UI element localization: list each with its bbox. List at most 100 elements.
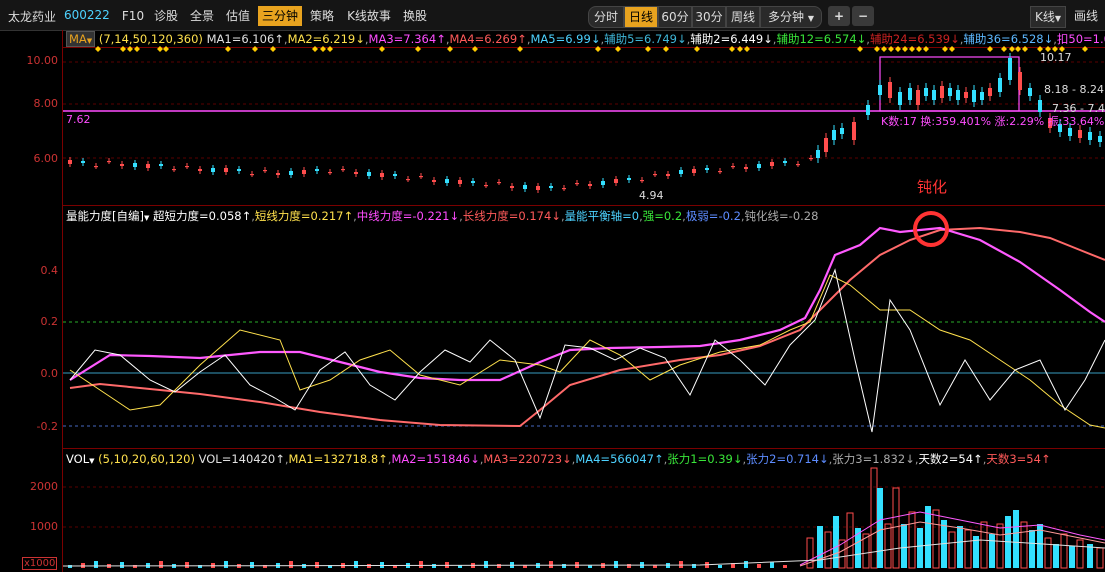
candle-flat-body-48 [692,169,696,173]
candle-rally-body-23 [1028,88,1032,96]
signal-diamond-6 [225,46,231,52]
candle-rally-body-8 [898,92,902,105]
signal-diamond-22 [729,46,735,52]
candle-flat-body-5 [133,163,137,167]
candle-flat-body-12 [224,168,228,172]
candle-rally-body-19 [988,88,992,96]
candle-flat-body-51 [731,166,735,168]
signal-diamond-30 [902,46,908,52]
candle-flat-body-52 [744,167,748,169]
volume-bar-rally-27 [1020,521,1028,569]
volume-bar-rally-15 [925,506,931,568]
candle-rally-body-17 [972,90,976,102]
candle-rally-body-9 [908,88,912,100]
candle-rally-body-0 [816,150,820,158]
volume-bar-flat-4 [120,562,124,568]
candle-rally-body-5 [866,105,870,115]
candle-flat-body-25 [393,174,397,176]
candle-flat-body-27 [419,176,423,178]
volume-bar-rally-16 [932,509,940,569]
candle-flat-body-44 [640,180,644,182]
volume-bar-rally-11 [892,487,900,569]
line-mid-term [69,226,1105,382]
candle-flat-body-26 [406,179,410,181]
candle-rally-body-2 [832,130,836,140]
chart-canvas[interactable] [0,0,1105,572]
candle-flat-body-37 [549,186,553,188]
candle-flat-body-19 [315,169,319,171]
candle-rally-body-15 [956,90,960,100]
signal-diamond-45 [1082,46,1088,52]
candle-flat-body-3 [107,161,111,163]
volume-bar-flat-14 [250,562,254,568]
volume-bar-flat-52 [744,561,748,568]
candle-flat-body-45 [653,174,657,176]
volume-bar-rally-8 [870,467,878,569]
signal-diamond-7 [252,46,258,52]
candle-flat-body-47 [679,170,683,174]
volume-bar-flat-32 [484,561,488,568]
volume-bar-rally-9 [877,488,883,568]
volume-bar-flat-27 [419,561,423,568]
volume-bar-flat-54 [770,562,774,568]
signal-diamond-27 [881,46,887,52]
candle-rally-body-1 [824,138,828,152]
signal-diamond-33 [923,46,929,52]
signal-diamond-28 [888,46,894,52]
signal-diamond-1 [120,46,126,52]
volume-bar-rally-24 [996,523,1004,569]
candle-rally-body-16 [964,92,968,98]
signal-diamond-3 [134,46,140,52]
volume-bar-flat-9 [185,562,189,568]
box-stats: K数:17 换:359.401% 涨:2.29% 振:33.64% [881,115,1105,128]
candle-flat-body-11 [211,168,215,172]
candle-rally-body-27 [1068,128,1072,136]
candle-flat-body-57 [809,158,813,160]
signal-diamond-10 [320,46,326,52]
volume-bar-rally-30 [1044,537,1052,569]
candle-flat-body-36 [536,186,540,190]
candle-flat-body-49 [705,168,709,170]
volume-bar-rally-26 [1013,510,1019,568]
signal-diamond-24 [744,46,750,52]
candle-flat-body-46 [666,174,670,176]
candle-flat-body-30 [458,180,462,184]
candle-flat-body-7 [159,164,163,166]
candle-flat-body-13 [237,169,241,171]
volume-bar-flat-17 [289,561,293,568]
candle-rally-body-21 [1008,58,1012,80]
candle-flat-body-4 [120,164,124,166]
volume-bar-flat-0 [68,565,72,568]
volume-bar-flat-12 [224,561,228,568]
candle-rally-body-3 [840,128,844,134]
signal-diamond-29 [895,46,901,52]
signal-diamond-38 [1009,46,1015,52]
volume-bar-flat-50 [718,565,722,568]
signal-diamond-5 [163,46,169,52]
signal-diamond-32 [916,46,922,52]
signal-diamond-16 [517,46,523,52]
volume-bar-flat-28 [432,564,436,568]
candle-rally-body-10 [916,90,920,105]
signal-diamond-0 [95,46,101,52]
candle-flat-body-50 [718,171,722,173]
volume-bar-flat-47 [679,561,683,568]
signal-diamond-9 [312,46,318,52]
signal-diamond-11 [327,46,333,52]
signal-diamond-37 [1001,46,1007,52]
volume-bar-rally-1 [817,526,823,568]
volume-bar-rally-18 [948,531,956,569]
candle-flat-body-56 [796,164,800,166]
candle-rally-body-13 [940,86,944,98]
candle-flat-body-43 [627,178,631,180]
candle-flat-body-16 [276,173,280,175]
signal-diamond-26 [874,46,880,52]
candle-rally-body-7 [888,82,892,98]
volume-bar-flat-55 [783,565,787,568]
volume-bar-flat-38 [562,564,566,568]
signal-diamond-21 [694,46,700,52]
candle-rally-body-30 [1098,136,1102,142]
signal-diamond-14 [447,46,453,52]
volume-bar-flat-42 [614,561,618,568]
signal-diamond-23 [737,46,743,52]
